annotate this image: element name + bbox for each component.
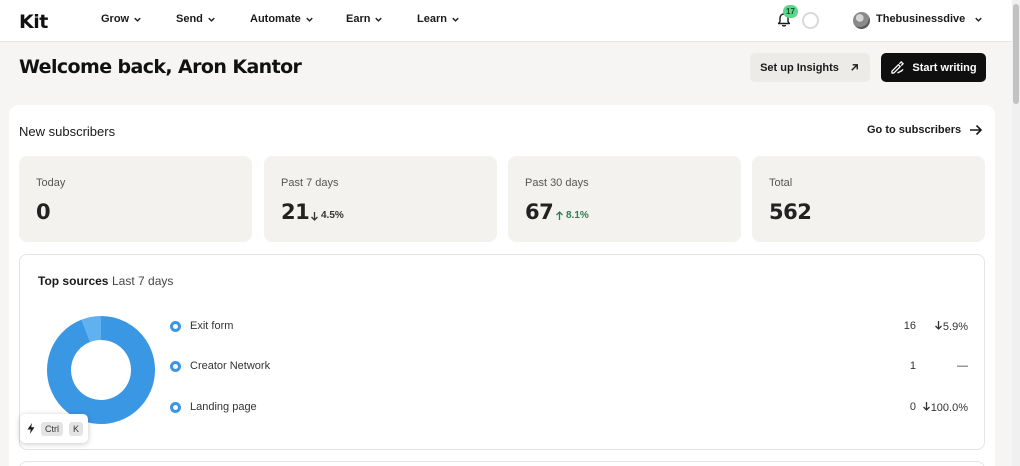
source-change-value: 100.0%	[930, 402, 968, 414]
source-name: Exit form	[190, 320, 234, 332]
chevron-down-icon	[208, 17, 215, 22]
donut-segment	[81, 316, 102, 343]
page-scrollbar[interactable]	[1012, 0, 1020, 466]
nav-send-label: Send	[176, 13, 203, 25]
nav-earn[interactable]: Earn	[346, 13, 384, 25]
stat-label: Past 30 days	[525, 177, 589, 189]
avatar[interactable]	[853, 12, 870, 29]
card-title: New subscribers	[19, 124, 116, 139]
source-change-value: 5.9%	[942, 321, 968, 333]
stat-change-value: 4.5%	[321, 210, 344, 221]
nav-learn[interactable]: Learn	[417, 13, 461, 25]
stat-value: 0	[36, 200, 51, 224]
nav-learn-label: Learn	[417, 13, 447, 25]
arrow-up-right-icon	[851, 64, 858, 71]
lightning-icon	[27, 423, 35, 434]
source-row-creator-network[interactable]: Creator Network 1 —	[170, 356, 970, 376]
start-writing-label: Start writing	[912, 61, 977, 74]
source-row-landing-page[interactable]: Landing page 0 100.0%	[170, 397, 970, 417]
chevron-down-icon	[305, 17, 313, 22]
stat-label: Total	[769, 177, 793, 189]
kit-logo[interactable]: Kit	[19, 11, 48, 33]
nav-send[interactable]: Send	[176, 13, 217, 25]
chevron-down-icon	[375, 17, 383, 22]
account-name: Thebusinessdive	[876, 13, 966, 25]
top-sources-title: Top sources	[38, 274, 109, 288]
chevron-down-icon	[452, 17, 459, 22]
top-sources-period: Last 7 days	[112, 274, 174, 288]
chevron-down-icon	[975, 17, 983, 22]
source-row-exit-form[interactable]: Exit form 16 5.9%	[170, 316, 970, 336]
arrow-down-icon	[922, 402, 930, 411]
command-shortcut-hint[interactable]: Ctrl K	[20, 414, 88, 443]
nav-grow[interactable]: Grow	[101, 13, 143, 25]
source-change: 5.9%	[908, 320, 968, 333]
nav-automate[interactable]: Automate	[250, 13, 315, 25]
stat-value: 21	[281, 200, 310, 224]
stat-label: Today	[36, 177, 66, 189]
stat-change-value: 8.1%	[566, 210, 589, 221]
stat-total: Total 562	[752, 156, 985, 242]
ctrl-key: Ctrl	[41, 421, 63, 436]
top-sources-panel: Top sources Last 7 days Exit form 16 5.9…	[19, 254, 985, 450]
stat-past-30-days: Past 30 days 67 8.1%	[508, 156, 741, 242]
source-dot-icon	[170, 361, 181, 372]
stat-value: 562	[769, 200, 812, 224]
pen-writing-icon	[891, 61, 905, 74]
nav-earn-label: Earn	[346, 13, 371, 25]
stat-today: Today 0	[19, 156, 252, 242]
account-menu[interactable]: Thebusinessdive	[876, 13, 984, 25]
nav-automate-label: Automate	[250, 13, 301, 25]
source-name: Creator Network	[190, 360, 271, 372]
top-nav: Kit Grow Send Automate Earn Learn 17 The…	[0, 0, 1012, 42]
stat-value: 67	[525, 200, 554, 224]
arrow-down-icon	[934, 321, 942, 330]
sources-donut-chart	[47, 316, 155, 424]
go-to-subscribers-link[interactable]: Go to subscribers	[867, 124, 983, 136]
stat-change: 8.1%	[555, 210, 589, 221]
k-key: K	[69, 421, 84, 436]
source-name: Landing page	[190, 401, 257, 413]
nav-grow-label: Grow	[101, 13, 130, 25]
set-up-insights-label: Set up Insights	[760, 61, 839, 74]
new-subscribers-card: New subscribers Go to subscribers Today …	[9, 105, 995, 466]
source-change: —	[957, 360, 968, 372]
source-change: 100.0%	[908, 401, 968, 414]
chevron-down-icon	[134, 17, 141, 22]
set-up-insights-button[interactable]: Set up Insights	[750, 53, 870, 82]
donut-segment	[47, 316, 155, 424]
page-title: Welcome back, Aron Kantor	[19, 56, 302, 78]
go-to-subscribers-label: Go to subscribers	[867, 124, 962, 136]
stat-label: Past 7 days	[281, 177, 339, 189]
source-dot-icon	[170, 321, 181, 332]
stat-change: 4.5%	[310, 210, 344, 221]
stat-past-7-days: Past 7 days 21 4.5%	[264, 156, 497, 242]
arrow-down-icon	[311, 211, 318, 221]
next-card-edge	[19, 461, 985, 466]
arrow-right-icon	[970, 124, 983, 136]
start-writing-button[interactable]: Start writing	[881, 53, 986, 82]
source-dot-icon	[170, 402, 181, 413]
scrollbar-thumb[interactable]	[1013, 4, 1019, 104]
notification-count-badge: 17	[783, 5, 798, 18]
arrow-up-icon	[556, 210, 563, 220]
loading-spinner-icon	[802, 12, 819, 29]
